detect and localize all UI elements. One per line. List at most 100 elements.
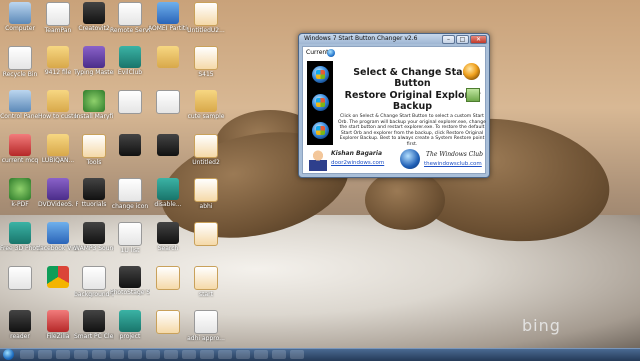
desktop-icon[interactable]: k-PDF: [0, 178, 40, 208]
dark-icon: [119, 134, 141, 156]
dark-icon: [83, 310, 105, 332]
desktop-icon[interactable]: [148, 310, 188, 335]
desktop-icon[interactable]: Control Panel: [0, 90, 40, 120]
desktop-icon[interactable]: start: [186, 266, 226, 298]
desktop-icon[interactable]: [110, 134, 150, 157]
desktop-icon[interactable]: TeamPan: [38, 2, 78, 34]
desktop-icon[interactable]: facebook Video...: [38, 222, 78, 252]
desktop-icon[interactable]: [148, 46, 188, 69]
taskbar-folder-icon[interactable]: [110, 350, 124, 359]
desktop-icon-label: EvilClub: [117, 69, 143, 76]
doc-icon: [118, 178, 142, 202]
desktop-icon[interactable]: AOMEI Partition A...: [148, 2, 188, 32]
taskbar-app-icon[interactable]: [236, 350, 250, 359]
desktop-icon[interactable]: 1U list: [110, 222, 150, 254]
doc-icon: [8, 46, 32, 70]
instructions-text: Click on Select & Change Start Button to…: [338, 114, 486, 147]
desktop-icon[interactable]: LUBIQAN...: [38, 134, 78, 164]
desktop-icon[interactable]: UntitledU2...: [186, 2, 226, 34]
author-link[interactable]: door2windows.com: [331, 160, 384, 166]
desktop-icon[interactable]: 9412 file: [38, 46, 78, 76]
taskbar-word-icon[interactable]: [92, 350, 106, 359]
pdf-icon: [194, 46, 218, 70]
chrome-icon: [47, 266, 69, 288]
desktop-icon[interactable]: [186, 222, 226, 247]
desktop-icon-label: current mcq: [1, 157, 39, 164]
credits: Kishan Bagaria door2windows.com The Wind…: [307, 148, 487, 176]
desktop-icon[interactable]: abhi: [186, 178, 226, 210]
desktop-icon[interactable]: background images: [74, 266, 114, 298]
desktop-icon-label: WAMP3 Sound Editor: [74, 245, 114, 252]
desktop-icon[interactable]: [0, 266, 40, 291]
desktop-icon[interactable]: [148, 90, 188, 115]
taskbar-app-icon[interactable]: [128, 350, 142, 359]
desktop-icon[interactable]: WAMP3 Sound Editor: [74, 222, 114, 252]
pdf-icon: [156, 310, 180, 334]
title-bar[interactable]: Windows 7 Start Button Changer v2.6 – □ …: [299, 34, 489, 44]
doc-icon: [46, 2, 70, 26]
desktop-icon[interactable]: Creatovit2: [74, 2, 114, 32]
desktop-icon-label: background images: [74, 291, 114, 298]
desktop-icon[interactable]: Search: [148, 222, 188, 252]
close-button[interactable]: ✕: [470, 35, 487, 44]
folder-icon: [47, 134, 69, 156]
desktop-icon[interactable]: Untitled2: [186, 134, 226, 166]
desktop-icon[interactable]: Free 3D Photo Maker: [0, 222, 40, 252]
desktop-icon[interactable]: DVDVideoS. Free Studio: [38, 178, 78, 208]
desktop-icon[interactable]: reader: [0, 310, 40, 340]
desktop-icon-label: Search: [157, 245, 179, 252]
windows-club-link[interactable]: thewindowsclub.com: [424, 161, 482, 167]
desktop-icon[interactable]: FileZilla: [38, 310, 78, 340]
desktop-icon[interactable]: current mcq: [0, 134, 40, 164]
desktop-icon[interactable]: EvilClub: [110, 46, 150, 76]
desktop-icon-label: change icon: [111, 203, 149, 210]
comp-icon: [9, 2, 31, 24]
desktop-icon[interactable]: [148, 266, 188, 291]
desktop-icon[interactable]: Remote Server: [110, 2, 150, 34]
maximize-button[interactable]: □: [456, 35, 469, 44]
restore-backup-button[interactable]: Restore Original Explorer Backup: [340, 90, 485, 112]
desktop-icon[interactable]: [38, 266, 78, 289]
taskbar-app-icon[interactable]: [272, 350, 286, 359]
dark-icon: [83, 222, 105, 244]
desktop-icon[interactable]: PhotoStage Slideshow: [110, 266, 150, 296]
desktop-icon[interactable]: [148, 134, 188, 157]
taskbar-ie-icon[interactable]: [20, 350, 34, 359]
desktop-icon[interactable]: [110, 90, 150, 115]
taskbar-app-icon[interactable]: [164, 350, 178, 359]
window-title: Windows 7 Start Button Changer v2.6: [304, 35, 418, 42]
minimize-button[interactable]: –: [442, 35, 455, 44]
desktop-icon[interactable]: project: [110, 310, 150, 340]
desktop-icon[interactable]: How to customiz...: [38, 90, 78, 120]
desktop-icon-label: TeamPan: [44, 27, 72, 34]
current-label: Current: [306, 49, 329, 56]
desktop-icon[interactable]: Recycle Bin: [0, 46, 40, 78]
desktop-icon-label: Creatovit2: [78, 25, 110, 32]
desktop-icon[interactable]: disable...: [148, 178, 188, 208]
folder-icon: [47, 90, 69, 112]
taskbar-app-icon[interactable]: [146, 350, 160, 359]
desktop-icon[interactable]: Computer: [0, 2, 40, 32]
taskbar-app-icon[interactable]: [218, 350, 232, 359]
desktop-icon[interactable]: Tools: [74, 134, 114, 166]
desktop-icon[interactable]: ttuorials: [74, 178, 114, 208]
desktop-icon[interactable]: Typing Master Pro: [74, 46, 114, 76]
desktop-icon[interactable]: Smart PC Cleaner: [74, 310, 114, 340]
taskbar-chrome-icon[interactable]: [74, 350, 88, 359]
desktop-icon[interactable]: S415: [186, 46, 226, 78]
start-orb-icon[interactable]: [3, 349, 14, 360]
desktop-icon[interactable]: adhi appro...: [186, 310, 226, 342]
window-controls: – □ ✕: [442, 35, 487, 44]
taskbar-app-icon[interactable]: [254, 350, 268, 359]
wallpaper-squirrel-head: [365, 170, 445, 230]
taskbar-explorer-icon[interactable]: [38, 350, 52, 359]
doc-icon: [118, 2, 142, 26]
desktop-icon[interactable]: Install Maryfi: [74, 90, 114, 120]
taskbar-app-icon[interactable]: [290, 350, 304, 359]
taskbar-app-icon[interactable]: [200, 350, 214, 359]
desktop-icon-label: project: [119, 333, 141, 340]
desktop-icon[interactable]: change icon: [110, 178, 150, 210]
taskbar-media-icon[interactable]: [56, 350, 70, 359]
taskbar-app-icon[interactable]: [182, 350, 196, 359]
desktop-icon[interactable]: cute sample: [186, 90, 226, 120]
